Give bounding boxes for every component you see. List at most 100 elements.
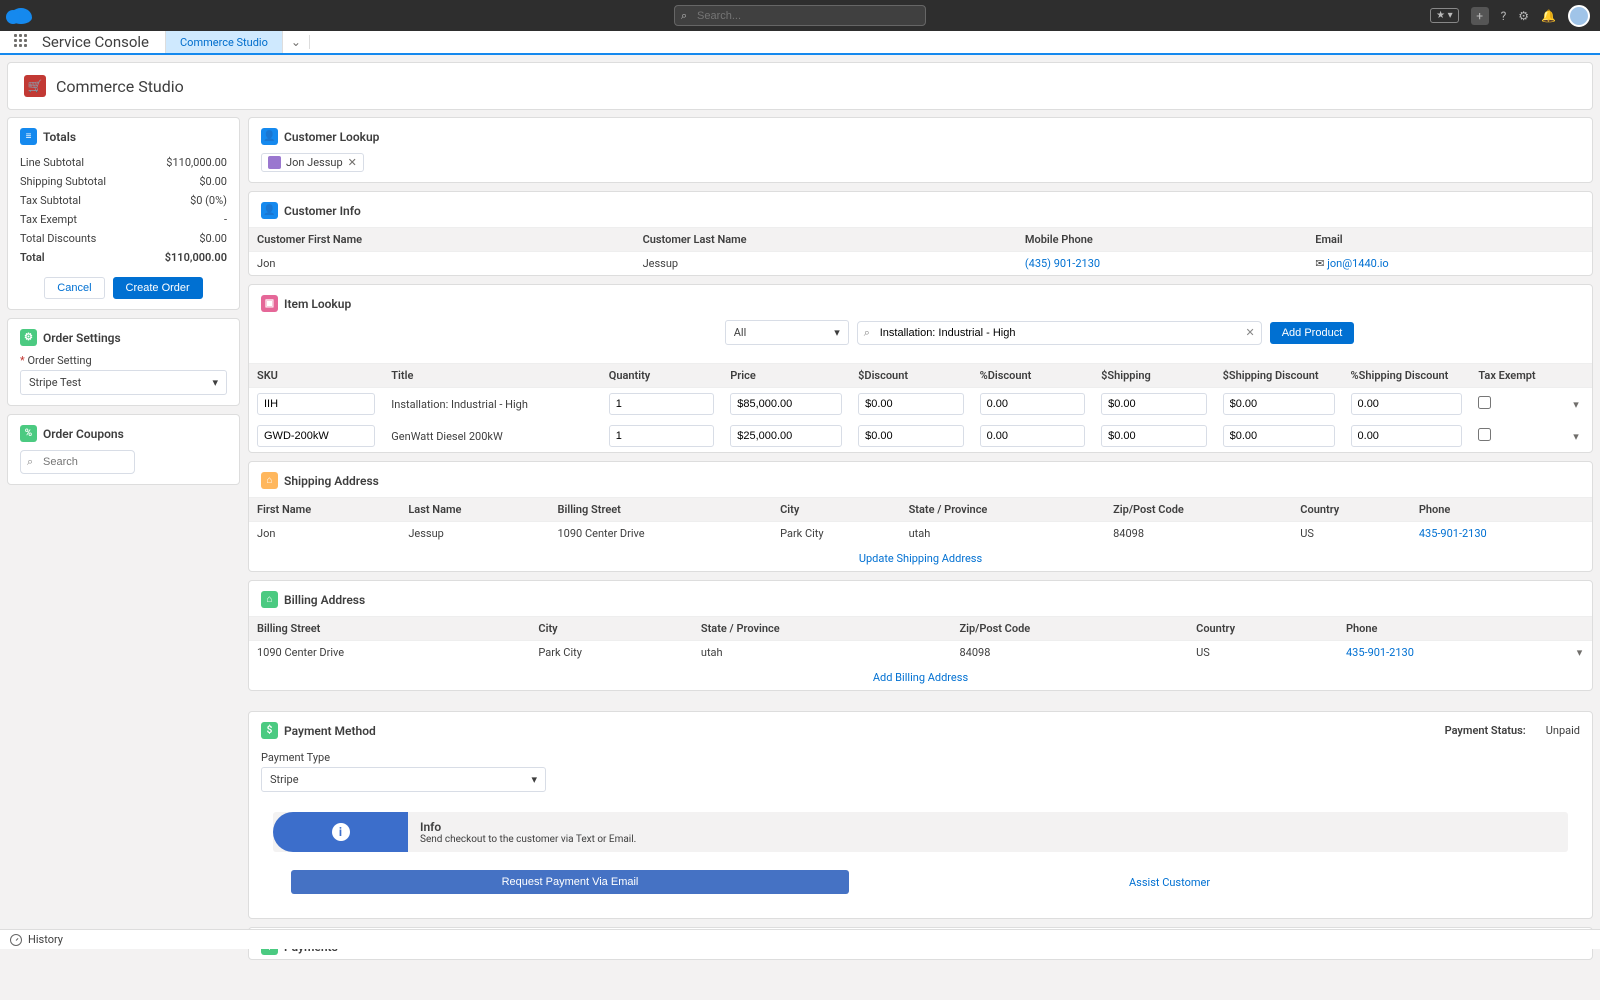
pshipdisc-input[interactable] [1351,393,1463,415]
address-icon: ⌂ [261,591,278,608]
app-name: Service Console [42,33,149,51]
customer-info-card: 👤Customer Info Customer First Name Custo… [248,191,1593,276]
shipping-input[interactable] [1101,393,1207,415]
app-nav: Service Console Commerce Studio ⌄ [0,31,1600,55]
discount-input[interactable] [858,393,964,415]
info-banner: i Info Send checkout to the customer via… [273,812,1568,852]
line-item-row: GenWatt Diesel 200kW ▾ [249,420,1592,452]
row-menu-icon[interactable]: ▾ [1573,430,1579,443]
history-link[interactable]: History [28,933,63,946]
address-icon: ⌂ [261,472,278,489]
totals-title: Totals [43,130,76,144]
billing-address-card: ⌂Billing Address Billing Street City Sta… [248,580,1593,691]
setup-gear-icon[interactable]: ⚙ [1518,9,1529,23]
tab-commerce-studio[interactable]: Commerce Studio [165,31,283,53]
pshipdisc-input[interactable] [1351,425,1463,447]
qty-input[interactable] [609,425,715,447]
footer-bar: History [0,929,1600,949]
row-menu-icon[interactable]: ▾ [1577,646,1583,659]
customer-lookup-card: 👤 Customer Lookup Jon Jessup ✕ [248,117,1593,183]
totals-icon: ≡ [20,128,37,145]
payment-status-label: Payment Status: [1445,724,1526,737]
tax-exempt-checkbox[interactable] [1478,396,1491,409]
totals-card: ≡Totals Line Subtotal$110,000.00 Shippin… [7,117,240,310]
page-title: Commerce Studio [56,77,184,96]
pdiscount-input[interactable] [980,425,1086,447]
create-order-button[interactable]: Create Order [113,277,203,299]
customer-row: Jon Jessup (435) 901-2130 ✉ jon@1440.io [249,252,1592,276]
payment-method-card: $ Payment Method Payment Status: Unpaid Pa… [248,711,1593,919]
chevron-down-icon: ▾ [531,773,537,786]
discount-input[interactable] [858,425,964,447]
customer-phone-link[interactable]: (435) 901-2130 [1025,257,1100,270]
product-icon: ▣ [261,295,278,312]
payment-icon: $ [261,722,278,739]
payment-type-select[interactable]: Stripe▾ [261,767,546,792]
shipping-phone-link[interactable]: 435-901-2130 [1419,527,1487,540]
payment-status-value: Unpaid [1546,724,1580,737]
item-lookup-card: ▣Item Lookup All▾ ⌕ ✕ Add Product SKU Ti… [248,284,1593,453]
order-coupons-card: % Order Coupons ⌕ [7,414,240,485]
avatar[interactable] [1568,5,1590,27]
row-menu-icon[interactable]: ▾ [1573,398,1579,411]
product-search-input[interactable] [857,321,1262,345]
qty-input[interactable] [609,393,715,415]
email-icon: ✉ [1315,257,1327,270]
coupon-search-input[interactable] [20,450,135,474]
shipping-input[interactable] [1101,425,1207,447]
sku-input[interactable] [257,393,375,415]
person-icon: 👤 [261,128,278,145]
coupon-icon: % [20,425,37,442]
salesforce-logo [10,8,32,24]
add-product-button[interactable]: Add Product [1270,322,1355,344]
history-icon [10,934,22,946]
tab-dropdown[interactable]: ⌄ [283,35,310,49]
customer-email-link[interactable]: jon@1440.io [1327,257,1388,270]
customer-lookup-title: Customer Lookup [284,130,379,144]
item-lookup-title: Item Lookup [284,297,351,311]
pdiscount-input[interactable] [980,393,1086,415]
customer-chip: Jon Jessup ✕ [261,153,364,172]
line-item-row: Installation: Industrial - High ▾ [249,388,1592,421]
remove-customer-icon[interactable]: ✕ [348,156,357,169]
request-payment-button[interactable]: Request Payment Via Email [291,870,849,894]
search-icon: ⌕ [27,455,33,469]
info-icon: i [332,823,350,841]
add-billing-link[interactable]: Add Billing Address [873,671,968,684]
gear-icon: ⚙ [20,329,37,346]
billing-phone-link[interactable]: 435-901-2130 [1346,646,1414,659]
chevron-down-icon: ▾ [834,326,840,339]
payment-type-label: Payment Type [261,751,1580,764]
person-icon: 👤 [261,202,278,219]
update-shipping-link[interactable]: Update Shipping Address [859,552,982,565]
order-setting-select[interactable]: Stripe Test▾ [20,370,227,395]
add-button[interactable]: + [1471,7,1489,25]
app-launcher-icon[interactable] [14,34,30,50]
help-icon[interactable]: ? [1501,9,1507,23]
item-filter-select[interactable]: All▾ [725,320,849,345]
cancel-button[interactable]: Cancel [44,277,104,299]
billing-title: Billing Address [284,593,365,607]
search-icon: ⌕ [864,326,870,340]
assist-customer-link[interactable]: Assist Customer [1129,876,1210,889]
shipdisc-input[interactable] [1223,425,1335,447]
order-settings-card: ⚙ Order Settings Order Setting Stripe Tes… [7,318,240,406]
contact-icon [268,156,281,169]
order-settings-title: Order Settings [43,331,121,345]
order-setting-label: Order Setting [20,354,227,367]
customer-info-title: Customer Info [284,204,361,218]
price-input[interactable] [730,425,842,447]
sku-input[interactable] [257,425,375,447]
price-input[interactable] [730,393,842,415]
payment-title: Payment Method [284,724,376,738]
commerce-studio-icon: 🛒 [24,75,46,97]
favorites-button[interactable]: ★ ▾ [1430,8,1458,23]
notifications-bell-icon[interactable]: 🔔 [1541,9,1556,23]
order-coupons-title: Order Coupons [43,427,124,441]
global-search-input[interactable] [674,5,926,26]
tax-exempt-checkbox[interactable] [1478,428,1491,441]
chevron-down-icon: ▾ [212,376,218,389]
clear-search-icon[interactable]: ✕ [1246,326,1255,339]
shipping-title: Shipping Address [284,474,379,488]
shipdisc-input[interactable] [1223,393,1335,415]
